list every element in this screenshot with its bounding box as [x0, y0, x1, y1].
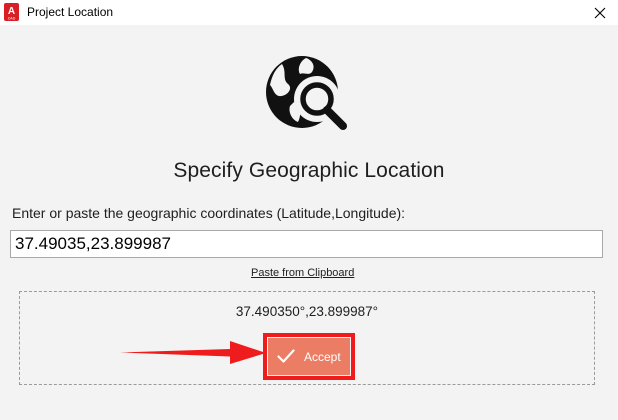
title-bar: A CAD Project Location	[0, 0, 618, 25]
parsed-coordinates-text: 37.490350°,23.899987°	[235, 304, 379, 319]
dialog-heading: Specify Geographic Location	[173, 159, 445, 182]
autocad-app-icon: A CAD	[4, 3, 19, 21]
globe-search-icon	[266, 56, 347, 130]
paste-from-clipboard-link[interactable]: Paste from Clipboard	[251, 267, 354, 279]
close-icon	[594, 7, 606, 18]
annotation-arrow	[120, 341, 266, 364]
checkmark-icon	[277, 349, 295, 363]
accept-button[interactable]: Accept	[268, 338, 350, 375]
app-icon-badge: CAD	[8, 17, 16, 21]
coordinates-prompt-label: Enter or paste the geographic coordinate…	[12, 205, 406, 221]
accept-button-label: Accept	[304, 350, 341, 364]
close-button[interactable]	[582, 0, 618, 25]
window-title: Project Location	[27, 5, 114, 19]
coordinates-input[interactable]	[10, 230, 603, 258]
project-location-dialog: A CAD Project Location Specify Geographi…	[0, 0, 618, 420]
app-icon-letter: A	[8, 6, 15, 17]
